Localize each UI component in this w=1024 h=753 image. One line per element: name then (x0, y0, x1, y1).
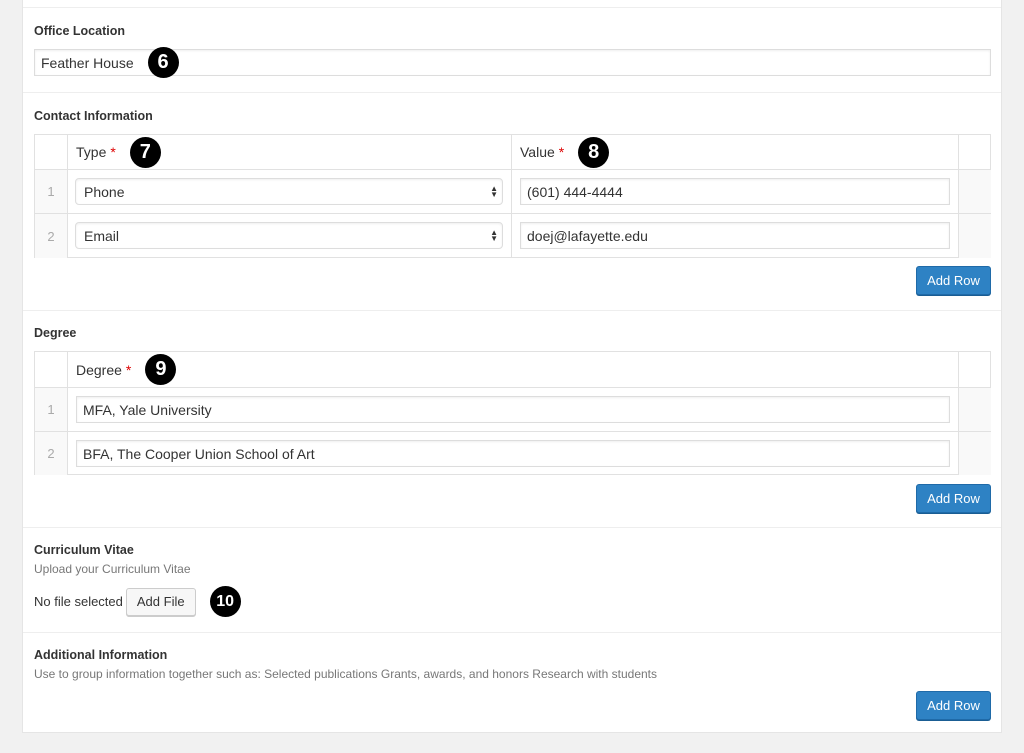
degree-input[interactable]: BFA, The Cooper Union School of Art (76, 440, 950, 467)
select-arrows-icon: ▲ ▼ (490, 227, 498, 243)
cv-description: Upload your Curriculum Vitae (34, 562, 191, 576)
table-row: Email ▲ ▼ (68, 214, 512, 258)
value-input[interactable]: (601) 444-4444 (520, 178, 950, 205)
table-row: MFA, Yale University (68, 388, 959, 432)
value-input[interactable]: doej@lafayette.edu (520, 222, 950, 249)
form-panel: Office Location Feather House 6 Contact … (22, 0, 1002, 733)
select-arrows-icon: ▲ ▼ (490, 183, 498, 199)
callout-badge-9: 9 (145, 354, 177, 385)
table-row: (601) 444-4444 (512, 170, 959, 214)
file-upload: No file selected Add File 10 (34, 586, 241, 617)
row-number: 2 (35, 432, 68, 475)
type-header-label: Type (76, 144, 107, 160)
callout-badge-8: 8 (578, 136, 610, 168)
required-asterisk: * (110, 144, 116, 160)
callout-badge-10: 10 (209, 586, 241, 617)
contact-information-label: Contact Information (34, 109, 153, 123)
office-location-input[interactable]: Feather House 6 (34, 47, 991, 78)
header-actions-cell (959, 135, 991, 170)
contact-add-row-button[interactable]: Add Row (916, 266, 991, 295)
type-select-value: Phone (84, 183, 125, 200)
degree-input-text: BFA, The Cooper Union School of Art (83, 445, 315, 462)
table-row: Phone ▲ ▼ (68, 170, 512, 214)
degree-header-label: Degree (76, 361, 122, 378)
additional-description: Use to group information together such a… (34, 667, 658, 681)
callout-badge-7: 7 (129, 136, 161, 168)
required-asterisk: * (125, 361, 132, 378)
cv-label: Curriculum Vitae (34, 543, 134, 557)
degree-table: Degree * 9 1 MFA, Yale University 2 BFA, T… (34, 351, 991, 475)
type-select[interactable]: Email ▲ ▼ (75, 222, 503, 249)
add-file-button[interactable]: Add File (125, 587, 196, 616)
callout-badge-6: 6 (147, 47, 179, 78)
header-degree: Degree * 9 (68, 352, 959, 388)
office-location-value: Feather House (41, 54, 134, 71)
value-input-text: doej@lafayette.edu (527, 227, 648, 244)
additional-section: Additional Information Use to group info… (23, 632, 1001, 732)
row-actions-cell[interactable] (959, 214, 991, 258)
cv-section: Curriculum Vitae Upload your Curriculum … (23, 527, 1001, 632)
required-asterisk: * (558, 144, 565, 160)
header-num-cell (35, 352, 68, 388)
table-row: BFA, The Cooper Union School of Art (68, 432, 959, 475)
contact-table: Type * 7 Value * 8 1 Phone ▲ ▼ (601) 444-4444 … (34, 134, 991, 258)
additional-add-row-button[interactable]: Add Row (916, 691, 991, 720)
row-actions-cell[interactable] (959, 170, 991, 214)
file-status: No file selected (34, 594, 123, 609)
office-location-label: Office Location (34, 24, 125, 38)
row-actions-cell[interactable] (959, 432, 991, 475)
office-section: Office Location Feather House 6 (23, 7, 1001, 92)
additional-information-label: Additional Information (34, 648, 168, 662)
value-input-text: (601) 444-4444 (527, 183, 623, 200)
type-select-value: Email (84, 227, 120, 244)
header-type: Type * 7 (68, 135, 512, 170)
header-num-cell (35, 135, 68, 170)
row-number: 1 (35, 170, 68, 214)
table-row: doej@lafayette.edu (512, 214, 959, 258)
contact-section: Contact Information Type * 7 Value * 8 1 Pho… (23, 92, 1001, 310)
type-select[interactable]: Phone ▲ ▼ (75, 178, 503, 205)
row-actions-cell[interactable] (959, 388, 991, 432)
degree-add-row-button[interactable]: Add Row (916, 484, 991, 513)
degree-label: Degree (34, 326, 77, 340)
degree-input[interactable]: MFA, Yale University (76, 396, 950, 423)
header-value: Value * 8 (512, 135, 959, 170)
value-header-label: Value (520, 144, 555, 160)
degree-section: Degree Degree * 9 1 MFA, Yale University 2… (23, 310, 1001, 527)
header-actions-cell (959, 352, 991, 388)
row-number: 1 (35, 388, 68, 432)
degree-input-text: MFA, Yale University (83, 401, 212, 418)
row-number: 2 (35, 214, 68, 258)
